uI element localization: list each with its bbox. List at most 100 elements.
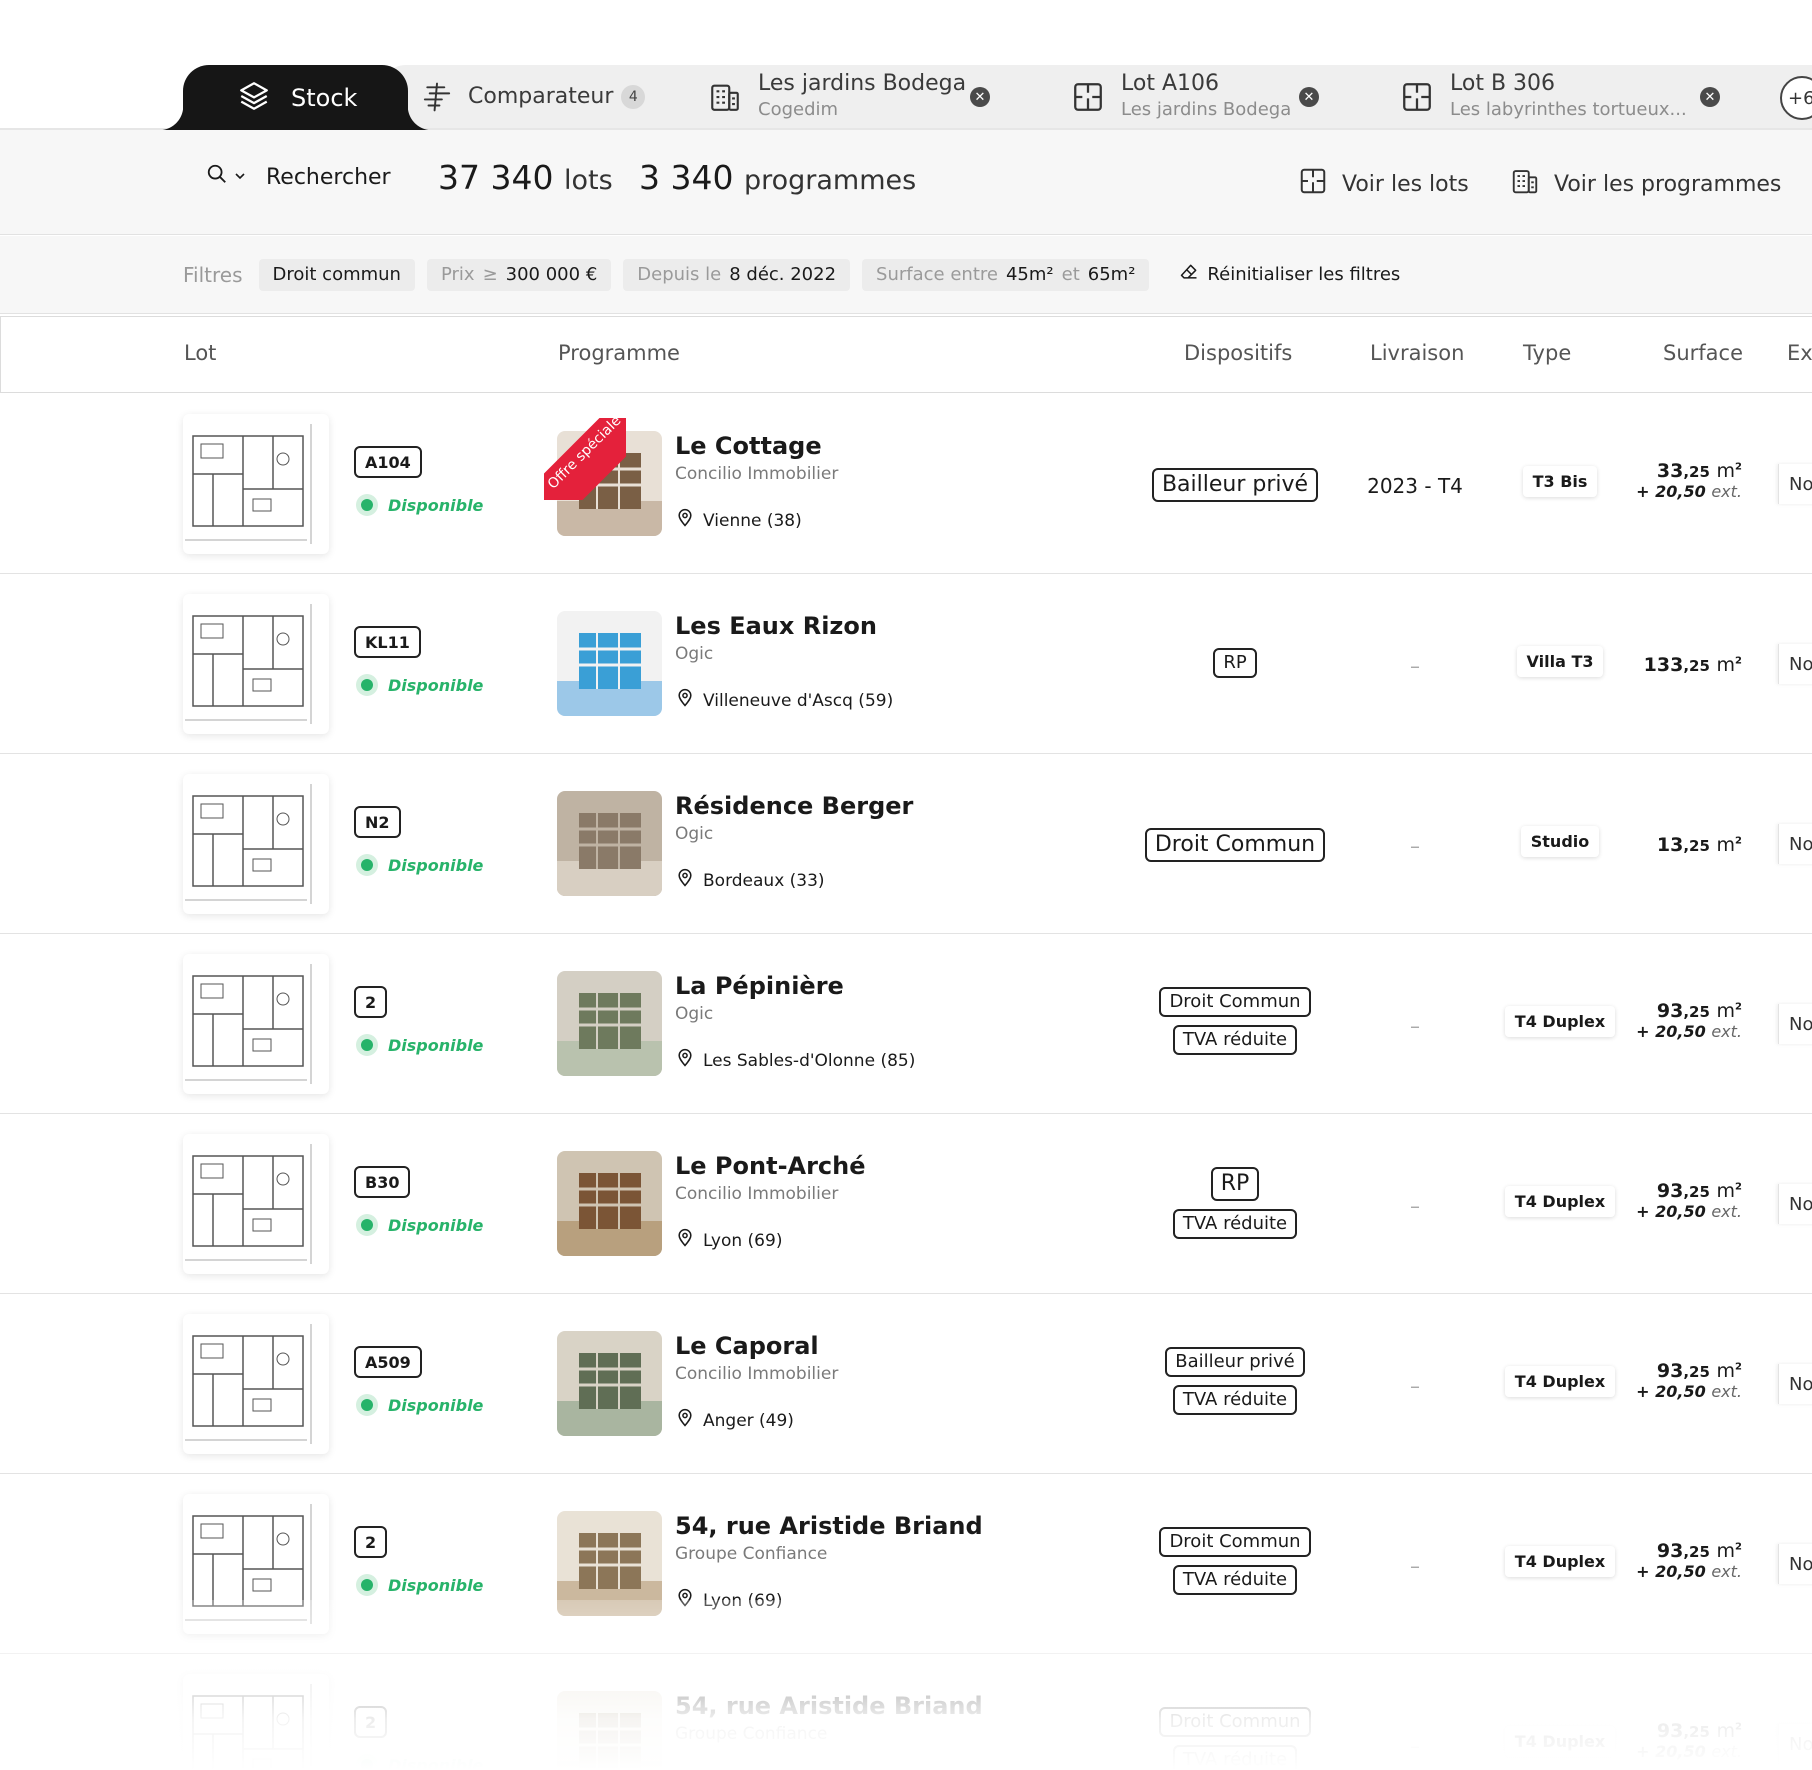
- filter-surface-min: 45m²: [1005, 264, 1054, 285]
- tab-programme-subtitle: Cogedim: [758, 98, 839, 120]
- programme-name[interactable]: Le Caporal: [675, 1332, 819, 1360]
- tab-lot-b306[interactable]: Lot B 306 Les labyrinthes tortueux... ✕: [1400, 65, 1720, 128]
- surface-decimal: 25: [1689, 1003, 1710, 1021]
- tab-comparateur[interactable]: Comparateur 4: [422, 65, 646, 128]
- floor-plan-thumbnail[interactable]: [183, 414, 329, 554]
- filter-chip-prix[interactable]: Prix ≥ 300 000 €: [426, 258, 612, 291]
- programme-name[interactable]: Le Cottage: [675, 432, 822, 460]
- programme-name[interactable]: Résidence Berger: [675, 792, 913, 820]
- table-row[interactable]: 2 Disponible 54, rue Aristide Briand Gro…: [0, 1474, 1812, 1654]
- surface-exterior: + 20,50 ext.: [1620, 1562, 1742, 1581]
- table-row[interactable]: 2 Disponible 54, rue Aristide Briand Gro…: [0, 1654, 1812, 1770]
- floor-plan-thumbnail[interactable]: [183, 954, 329, 1094]
- lots-count: 37 340 lots: [438, 158, 613, 197]
- programme-name[interactable]: Le Pont-Arché: [675, 1152, 866, 1180]
- lot-type: Villa T3: [1500, 646, 1620, 677]
- filter-surface-and: et: [1061, 264, 1080, 285]
- floor-plan-thumbnail[interactable]: [183, 774, 329, 914]
- lot-type-badge: T4 Duplex: [1504, 1366, 1616, 1397]
- tab-programme-les-jardins-bodega[interactable]: Les jardins Bodega Cogedim ✕: [708, 65, 990, 128]
- delivery-date: –: [1410, 1014, 1420, 1038]
- close-tab-icon[interactable]: ✕: [1299, 87, 1319, 107]
- lot-reference[interactable]: 2: [354, 1526, 388, 1558]
- lot-reference[interactable]: N2: [354, 806, 401, 838]
- programme-photo[interactable]: [557, 1691, 662, 1770]
- close-tab-icon[interactable]: ✕: [970, 87, 990, 107]
- filter-date-label: Depuis le: [637, 264, 722, 285]
- programme-photo[interactable]: [557, 971, 662, 1076]
- programme-developer: Concilio Immobilier: [675, 1184, 839, 1204]
- extra-column-cell: No: [1778, 1364, 1812, 1404]
- location-pin-icon: [675, 1408, 695, 1433]
- programme-name[interactable]: La Pépinière: [675, 972, 844, 1000]
- status-badge: Disponible: [356, 494, 483, 516]
- location-label: Villeneuve d'Ascq (59): [703, 690, 894, 711]
- programme-name[interactable]: Les Eaux Rizon: [675, 612, 877, 640]
- surface-exterior-value: + 20,50: [1636, 1202, 1706, 1221]
- status-dot-icon: [356, 674, 378, 696]
- table-row[interactable]: A509 Disponible Le Caporal Concilio Immo…: [0, 1294, 1812, 1474]
- lot-type-badge: T4 Duplex: [1504, 1726, 1616, 1757]
- view-lots-button[interactable]: Voir les lots: [1298, 166, 1469, 202]
- programme-photo[interactable]: [557, 791, 662, 896]
- filter-chip-surface[interactable]: Surface entre 45m² et 65m²: [862, 258, 1150, 291]
- column-header-extra[interactable]: Ex: [1787, 341, 1812, 365]
- location-label: Bordeaux (33): [703, 870, 825, 891]
- delivery-date: –: [1410, 654, 1420, 678]
- filter-chip-dispositif[interactable]: Droit commun: [258, 258, 415, 291]
- programme-developer: Ogic: [675, 644, 714, 664]
- tab-programme-title: Les jardins Bodega: [758, 70, 967, 96]
- table-row[interactable]: KL11 Disponible Les Eaux Rizon Ogic Vill…: [0, 574, 1812, 754]
- lot-reference[interactable]: 2: [354, 986, 388, 1018]
- programme-photo[interactable]: [557, 1151, 662, 1256]
- table-row[interactable]: B30 Disponible Le Pont-Arché Concilio Im…: [0, 1114, 1812, 1294]
- lot-reference[interactable]: 2: [354, 1706, 388, 1738]
- programme-developer: Groupe Confiance: [675, 1724, 828, 1744]
- programme-name[interactable]: 54, rue Aristide Briand: [675, 1692, 983, 1720]
- close-tab-icon[interactable]: ✕: [1700, 87, 1720, 107]
- programme-location: Lyon (69): [675, 1228, 782, 1253]
- lot-reference[interactable]: A104: [354, 446, 422, 478]
- floor-plan-thumbnail[interactable]: [183, 1314, 329, 1454]
- reset-filters-button[interactable]: Réinitialiser les filtres: [1179, 262, 1400, 287]
- programme-photo[interactable]: [557, 431, 662, 536]
- surface-decimal: 25: [1689, 1723, 1710, 1741]
- lot-reference[interactable]: KL11: [354, 626, 421, 658]
- reset-filters-label: Réinitialiser les filtres: [1207, 264, 1401, 285]
- table-row[interactable]: A104 Disponible Offre spéciale Le Cottag…: [0, 394, 1812, 574]
- tab-lot-a106[interactable]: Lot A106 Les jardins Bodega ✕: [1071, 65, 1319, 128]
- surface-exterior-label: ext.: [1711, 1202, 1742, 1221]
- floor-plan-thumbnail[interactable]: [183, 594, 329, 734]
- column-header-type[interactable]: Type: [1523, 341, 1571, 365]
- floor-plan-thumbnail[interactable]: [183, 1674, 329, 1770]
- surface-decimal: 25: [1689, 1543, 1710, 1561]
- lot-type: T3 Bis: [1500, 466, 1620, 497]
- column-header-dispositifs[interactable]: Dispositifs: [1184, 341, 1292, 365]
- floor-plan-thumbnail[interactable]: [183, 1134, 329, 1274]
- programme-photo[interactable]: [557, 1511, 662, 1616]
- column-header-surface[interactable]: Surface: [1663, 341, 1743, 365]
- column-header-lot[interactable]: Lot: [184, 341, 216, 365]
- programme-name[interactable]: 54, rue Aristide Briand: [675, 1512, 983, 1540]
- floor-plan-thumbnail[interactable]: [183, 1494, 329, 1634]
- surface-main: 93,25 m2: [1656, 1180, 1742, 1202]
- programme-photo[interactable]: [557, 611, 662, 716]
- column-header-programme[interactable]: Programme: [558, 341, 680, 365]
- programme-photo[interactable]: [557, 1331, 662, 1436]
- surface-main: 93,25 m2: [1656, 1000, 1742, 1022]
- lot-reference[interactable]: B30: [354, 1166, 411, 1198]
- view-programmes-button[interactable]: Voir les programmes: [1510, 166, 1781, 202]
- extra-column-cell: No: [1778, 824, 1812, 864]
- tab-stock[interactable]: Stock: [159, 65, 432, 130]
- search-button[interactable]: Rechercher: [206, 163, 391, 191]
- lot-reference[interactable]: A509: [354, 1346, 422, 1378]
- delivery-date: –: [1410, 1194, 1420, 1218]
- filter-chip-date[interactable]: Depuis le 8 déc. 2022: [623, 258, 851, 291]
- table-row[interactable]: N2 Disponible Résidence Berger Ogic Bord…: [0, 754, 1812, 934]
- extra-column-cell: No: [1778, 644, 1812, 684]
- lot-type: T4 Duplex: [1500, 1546, 1620, 1577]
- table-row[interactable]: 2 Disponible La Pépinière Ogic Les Sable…: [0, 934, 1812, 1114]
- column-header-livraison[interactable]: Livraison: [1370, 341, 1464, 365]
- surface-integer: 93: [1656, 1540, 1684, 1562]
- location-pin-icon: [675, 1048, 695, 1073]
